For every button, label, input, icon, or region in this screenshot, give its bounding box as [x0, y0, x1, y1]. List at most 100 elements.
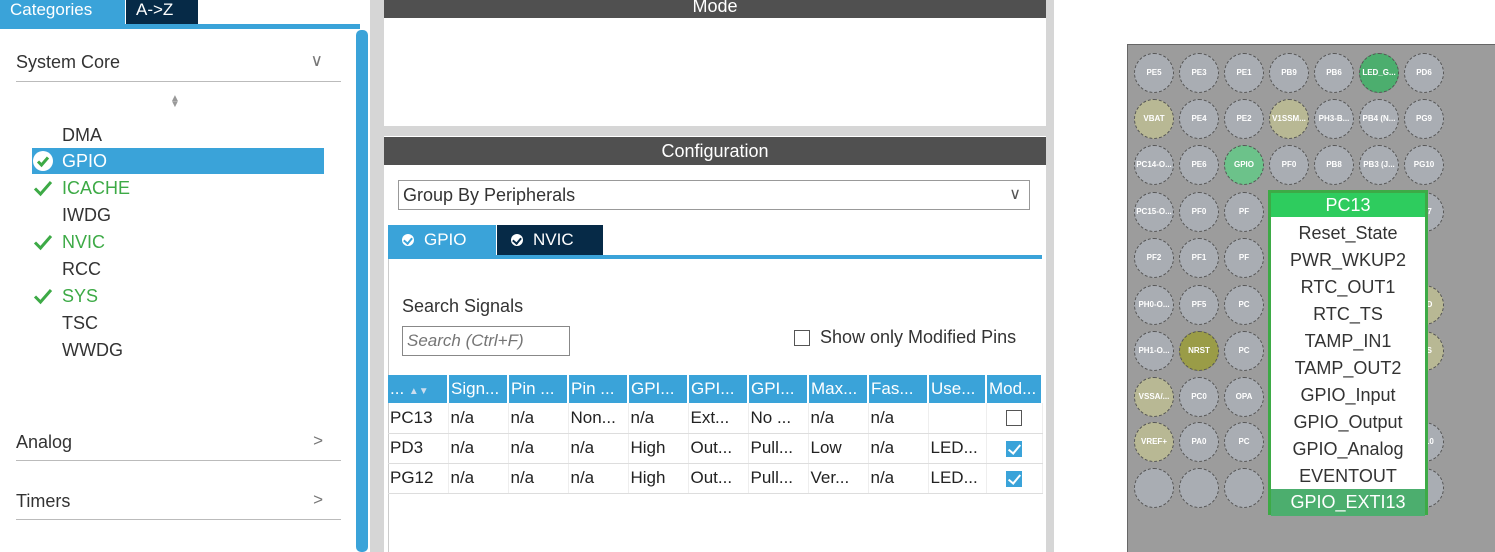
- pin-pf-b[interactable]: PF: [1224, 238, 1264, 278]
- pin-pb3[interactable]: PB3 (J...: [1359, 145, 1399, 185]
- pin-pb6[interactable]: PB6: [1314, 53, 1354, 93]
- pin-row9[interactable]: [1224, 468, 1264, 508]
- menu-item-gpio-exti13[interactable]: GPIO_EXTI13: [1271, 489, 1425, 516]
- column-header-pin-name[interactable]: ... ▲▼: [388, 375, 449, 403]
- pin-pc15[interactable]: PC15-O...: [1134, 192, 1174, 232]
- pin-pf1[interactable]: PF1: [1179, 238, 1219, 278]
- menu-item-reset-state[interactable]: Reset_State: [1271, 220, 1425, 247]
- pin-led-green[interactable]: LED_G...: [1359, 53, 1399, 93]
- pin-ph3[interactable]: PH3-B...: [1314, 99, 1354, 139]
- table-row[interactable]: PC13 n/a n/a Non... n/a Ext... No ... n/…: [388, 403, 1043, 434]
- pin-pc-c[interactable]: PC: [1224, 422, 1264, 462]
- category-system-core[interactable]: System Core ∨: [16, 48, 341, 78]
- item-tsc[interactable]: TSC: [32, 310, 324, 336]
- menu-item-rtc-out1[interactable]: RTC_OUT1: [1271, 274, 1425, 301]
- pin-vref[interactable]: VREF+: [1134, 422, 1174, 462]
- pin-pd6[interactable]: PD6: [1404, 53, 1444, 93]
- pin-pf2[interactable]: PF2: [1134, 238, 1174, 278]
- table-cell: n/a: [448, 463, 509, 494]
- pin-ph0[interactable]: PH0-O...: [1134, 285, 1174, 325]
- vertical-scrollbar[interactable]: [356, 30, 368, 552]
- table-cell: n/a: [568, 463, 629, 494]
- search-signals-input[interactable]: [402, 326, 570, 356]
- item-nvic[interactable]: NVIC: [32, 229, 324, 255]
- menu-item-gpio-analog[interactable]: GPIO_Analog: [1271, 436, 1425, 463]
- item-rcc[interactable]: RCC: [32, 256, 324, 282]
- column-header[interactable]: Fas...: [868, 375, 929, 403]
- checkmark-icon: [32, 285, 54, 307]
- tab-categories[interactable]: Categories: [0, 0, 125, 24]
- pin-pb9[interactable]: PB9: [1269, 53, 1309, 93]
- menu-item-gpio-output[interactable]: GPIO_Output: [1271, 409, 1425, 436]
- column-header[interactable]: Pin ...: [568, 375, 629, 403]
- pin-opa[interactable]: OPA: [1224, 377, 1264, 417]
- show-modified-checkbox[interactable]: [794, 330, 810, 346]
- item-iwdg[interactable]: IWDG: [32, 202, 324, 228]
- menu-item-pwr-wkup2[interactable]: PWR_WKUP2: [1271, 247, 1425, 274]
- column-header[interactable]: GPI...: [748, 375, 809, 403]
- item-sys[interactable]: SYS: [32, 283, 324, 309]
- column-header[interactable]: Mod...: [986, 375, 1043, 403]
- table-cell: No ...: [748, 403, 809, 434]
- pin-nrst[interactable]: NRST: [1179, 331, 1219, 371]
- menu-item-tamp-in1[interactable]: TAMP_IN1: [1271, 328, 1425, 355]
- pin-vssm[interactable]: V1SSM...: [1269, 99, 1309, 139]
- category-analog[interactable]: Analog >: [16, 428, 341, 458]
- pin-pb4[interactable]: PB4 (N...: [1359, 99, 1399, 139]
- pin-pg10[interactable]: PG10: [1404, 145, 1444, 185]
- modified-checkbox[interactable]: [1006, 440, 1022, 457]
- pin-pe2[interactable]: PE2: [1224, 99, 1264, 139]
- panel-splitter[interactable]: [1046, 0, 1054, 552]
- table-row[interactable]: PD3 n/a n/a n/a High Out... Pull... Low …: [388, 433, 1043, 464]
- pin-pf0b[interactable]: PF0: [1179, 192, 1219, 232]
- panel-splitter[interactable]: [370, 0, 384, 552]
- column-header[interactable]: Sign...: [448, 375, 509, 403]
- tab-gpio[interactable]: GPIO: [388, 225, 496, 255]
- pin-pc[interactable]: PC: [1224, 285, 1264, 325]
- table-row[interactable]: PG12 n/a n/a n/a High Out... Pull... Ver…: [388, 463, 1043, 494]
- menu-item-tamp-out2[interactable]: TAMP_OUT2: [1271, 355, 1425, 382]
- section-divider[interactable]: [384, 126, 1046, 136]
- pin-pe6[interactable]: PE6: [1179, 145, 1219, 185]
- pin-pg9[interactable]: PG9: [1404, 99, 1444, 139]
- menu-item-rtc-ts[interactable]: RTC_TS: [1271, 301, 1425, 328]
- menu-item-eventout[interactable]: EVENTOUT: [1271, 463, 1425, 490]
- pin-row9[interactable]: [1179, 468, 1219, 508]
- pin-pc13[interactable]: GPIO: [1224, 145, 1264, 185]
- modified-checkbox[interactable]: [1006, 470, 1022, 487]
- tab-nvic[interactable]: NVIC: [497, 225, 603, 255]
- pin-pf5[interactable]: PF5: [1179, 285, 1219, 325]
- pin-pf0[interactable]: PF0: [1269, 145, 1309, 185]
- pin-pa0[interactable]: PA0: [1179, 422, 1219, 462]
- pin-pc0[interactable]: PC0: [1179, 377, 1219, 417]
- pin-pe1[interactable]: PE1: [1224, 53, 1264, 93]
- column-header[interactable]: GPI...: [688, 375, 749, 403]
- column-header[interactable]: Pin ...: [508, 375, 569, 403]
- pin-pf[interactable]: PF: [1224, 192, 1264, 232]
- pin-vbat[interactable]: VBAT: [1134, 99, 1174, 139]
- pin-pb8[interactable]: PB8: [1314, 145, 1354, 185]
- category-timers[interactable]: Timers >: [16, 487, 341, 517]
- item-icache[interactable]: ICACHE: [32, 175, 324, 201]
- column-header[interactable]: Use...: [928, 375, 987, 403]
- pin-row9[interactable]: [1134, 468, 1174, 508]
- pin-pe3[interactable]: PE3: [1179, 53, 1219, 93]
- sort-icon[interactable]: ▲ ▼: [170, 94, 180, 110]
- item-wwdg[interactable]: WWDG: [32, 337, 324, 363]
- pin-vssa[interactable]: VSSA/...: [1134, 377, 1174, 417]
- item-dma[interactable]: DMA: [32, 122, 324, 148]
- pin-pc14[interactable]: PC14-O...: [1134, 145, 1174, 185]
- column-header[interactable]: GPI...: [628, 375, 689, 403]
- column-header[interactable]: Max...: [808, 375, 869, 403]
- tab-label: GPIO: [424, 230, 467, 249]
- modified-checkbox[interactable]: [1006, 410, 1022, 427]
- pin-ph1[interactable]: PH1-O...: [1134, 331, 1174, 371]
- pin-pe4[interactable]: PE4: [1179, 99, 1219, 139]
- pin-pc-b[interactable]: PC: [1224, 331, 1264, 371]
- group-by-select[interactable]: Group By Peripherals ∨: [398, 180, 1030, 210]
- tab-a-to-z[interactable]: A->Z: [126, 0, 198, 24]
- pin-pe5[interactable]: PE5: [1134, 53, 1174, 93]
- item-gpio[interactable]: GPIO: [32, 148, 324, 174]
- menu-item-gpio-input[interactable]: GPIO_Input: [1271, 382, 1425, 409]
- table-cell: Pull...: [748, 433, 809, 464]
